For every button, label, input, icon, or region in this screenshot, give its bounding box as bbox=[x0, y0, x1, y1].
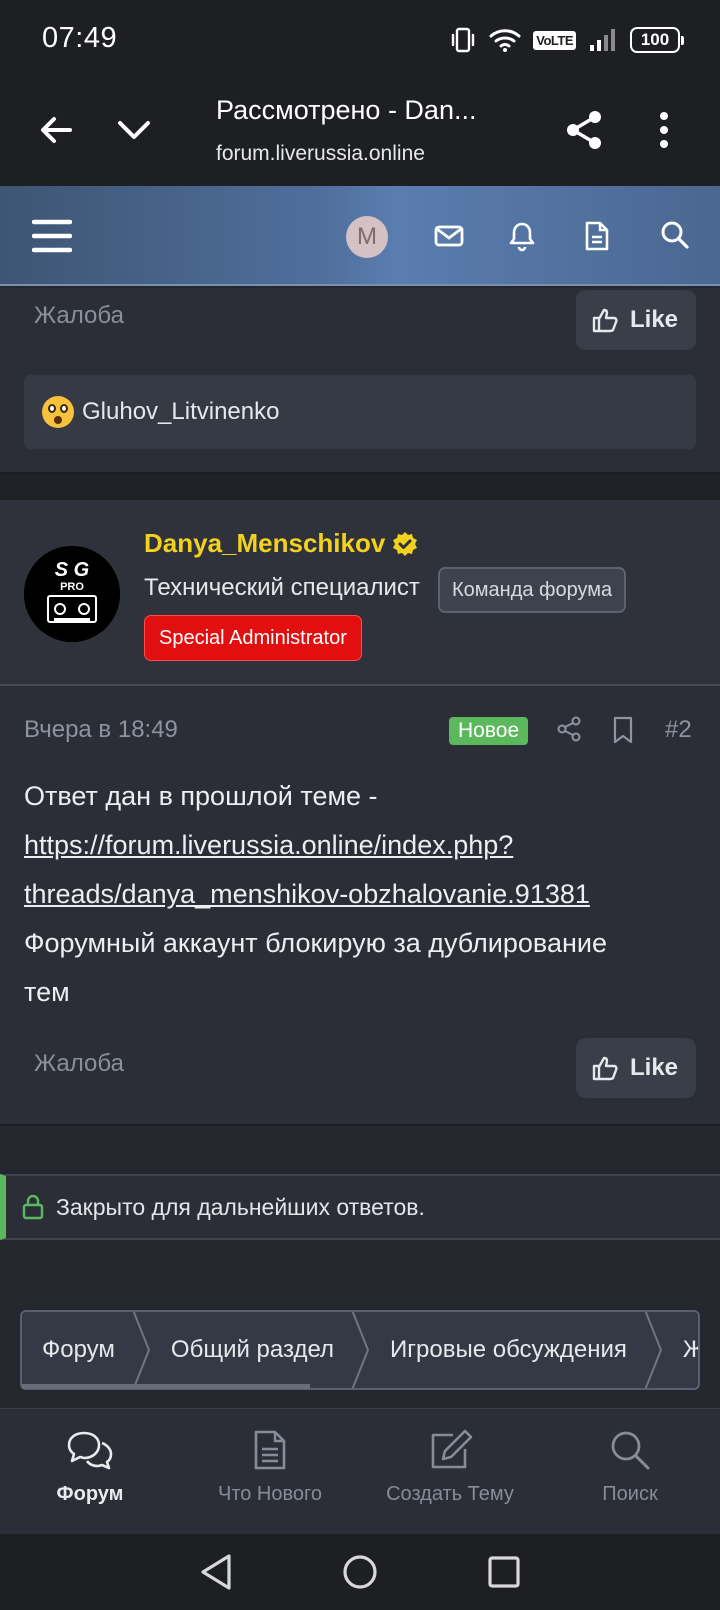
like-button[interactable]: Like bbox=[576, 290, 696, 350]
nav-create-thread[interactable]: Создать Тему bbox=[360, 1409, 540, 1534]
new-badge: Новое bbox=[449, 717, 529, 745]
breadcrumb-item-general[interactable]: Общий раздел bbox=[151, 1312, 370, 1388]
like-button[interactable]: Like bbox=[576, 1038, 696, 1098]
sgpro-logo-icon: S G PRO bbox=[24, 546, 120, 642]
status-time: 07:49 bbox=[42, 22, 118, 54]
verified-badge-icon bbox=[393, 531, 418, 556]
reactions-bar[interactable]: Gluhov_Litvinenko bbox=[24, 375, 696, 449]
svg-text:PRO: PRO bbox=[60, 581, 84, 593]
thumbs-up-icon bbox=[592, 1056, 618, 1081]
chevron-right-icon bbox=[644, 1312, 662, 1388]
share-icon[interactable] bbox=[562, 108, 606, 152]
nav-whats-new[interactable]: Что Нового bbox=[180, 1409, 360, 1534]
post-link-part1[interactable]: https://forum.liverussia.online/index.ph… bbox=[24, 830, 513, 860]
share-post-icon[interactable] bbox=[556, 716, 582, 742]
nav-forum[interactable]: Форум bbox=[0, 1409, 180, 1534]
chevron-right-icon bbox=[132, 1312, 150, 1388]
post-link-part2[interactable]: threads/danya_menshikov-obzhalovanie.913… bbox=[24, 879, 590, 909]
post-number[interactable]: #2 bbox=[665, 716, 692, 744]
report-link[interactable]: Жалоба bbox=[34, 1050, 124, 1078]
status-icons: VoLTE 100 bbox=[449, 26, 684, 54]
system-home-icon[interactable] bbox=[341, 1553, 379, 1591]
locked-text: Закрыто для дальнейших ответов. bbox=[56, 1193, 425, 1220]
mail-icon[interactable] bbox=[434, 222, 464, 250]
search-icon bbox=[611, 1431, 650, 1470]
document-icon bbox=[254, 1430, 286, 1470]
edit-icon bbox=[431, 1429, 473, 1469]
nav-whats-new-label: Что Нового bbox=[217, 1483, 322, 1505]
chat-bubbles-icon bbox=[67, 1431, 113, 1470]
document-icon[interactable] bbox=[584, 220, 610, 252]
signal-icon bbox=[590, 29, 615, 51]
page-title[interactable]: Рассмотрено - Dan... bbox=[216, 95, 516, 126]
volte-icon: VoLTE bbox=[533, 30, 576, 50]
page-url[interactable]: forum.liverussia.online bbox=[216, 142, 425, 166]
post-text-line: Ответ дан в прошлой теме - bbox=[24, 781, 378, 811]
post-date[interactable]: Вчера в 18:49 bbox=[24, 716, 178, 744]
post-separator bbox=[0, 474, 720, 500]
nav-search-label: Поиск bbox=[602, 1483, 658, 1505]
user-avatar[interactable]: M bbox=[346, 216, 388, 258]
wifi-icon bbox=[489, 29, 521, 52]
chevron-right-icon bbox=[351, 1312, 370, 1388]
chevron-down-icon[interactable] bbox=[114, 110, 154, 150]
search-icon[interactable] bbox=[660, 220, 690, 250]
shocked-emoji-icon bbox=[42, 396, 74, 428]
system-back-icon[interactable] bbox=[199, 1553, 233, 1591]
bell-icon[interactable] bbox=[508, 220, 536, 252]
breadcrumb-scrollbar[interactable] bbox=[22, 1384, 310, 1389]
svg-text:S G: S G bbox=[55, 559, 89, 581]
vibrate-icon bbox=[452, 27, 475, 53]
bottom-navigation: Форум Что Нового Создать Тему Поиск bbox=[0, 1408, 720, 1534]
nav-search[interactable]: Поиск bbox=[540, 1409, 720, 1534]
post-text-line: Форумный аккаунт блокирую за дублировани… bbox=[24, 928, 607, 958]
thumbs-up-icon bbox=[592, 308, 618, 333]
post-text-line: тем bbox=[24, 977, 70, 1007]
poster-title: Технический специалист bbox=[144, 574, 420, 601]
system-recents-icon[interactable] bbox=[487, 1555, 521, 1589]
poster-avatar[interactable]: S G PRO bbox=[24, 546, 120, 642]
team-badge: Команда форума bbox=[438, 567, 627, 613]
breadcrumb-item-complaints[interactable]: Жа bbox=[663, 1312, 698, 1388]
bookmark-icon[interactable] bbox=[612, 716, 634, 744]
lock-icon bbox=[22, 1194, 44, 1220]
battery-icon: 100 bbox=[630, 27, 684, 53]
role-badge: Special Administrator bbox=[144, 615, 362, 661]
system-navigation-bar bbox=[0, 1534, 720, 1610]
hamburger-menu-icon[interactable] bbox=[32, 216, 72, 256]
breadcrumb-item-forum[interactable]: Форум bbox=[22, 1312, 151, 1388]
breadcrumb: Форум Общий раздел Игровые обсуждения Жа bbox=[20, 1310, 700, 1390]
post-content: Ответ дан в прошлой теме - https://forum… bbox=[24, 772, 704, 1017]
like-label: Like bbox=[630, 1054, 679, 1081]
report-link[interactable]: Жалоба bbox=[34, 302, 124, 330]
like-label: Like bbox=[630, 306, 679, 333]
back-arrow-icon[interactable] bbox=[36, 110, 76, 150]
thread-locked-notice: Закрыто для дальнейших ответов. bbox=[0, 1174, 720, 1240]
nav-create-thread-label: Создать Тему bbox=[386, 1483, 514, 1505]
nav-forum-label: Форум bbox=[56, 1483, 124, 1505]
breadcrumb-item-game-discussions[interactable]: Игровые обсуждения bbox=[370, 1312, 663, 1388]
poster-username[interactable]: Danya_Menschikov bbox=[144, 528, 419, 559]
reaction-user[interactable]: Gluhov_Litvinenko bbox=[82, 398, 279, 426]
username-text[interactable]: Danya_Menschikov bbox=[144, 528, 385, 559]
more-vert-icon[interactable] bbox=[650, 108, 678, 152]
